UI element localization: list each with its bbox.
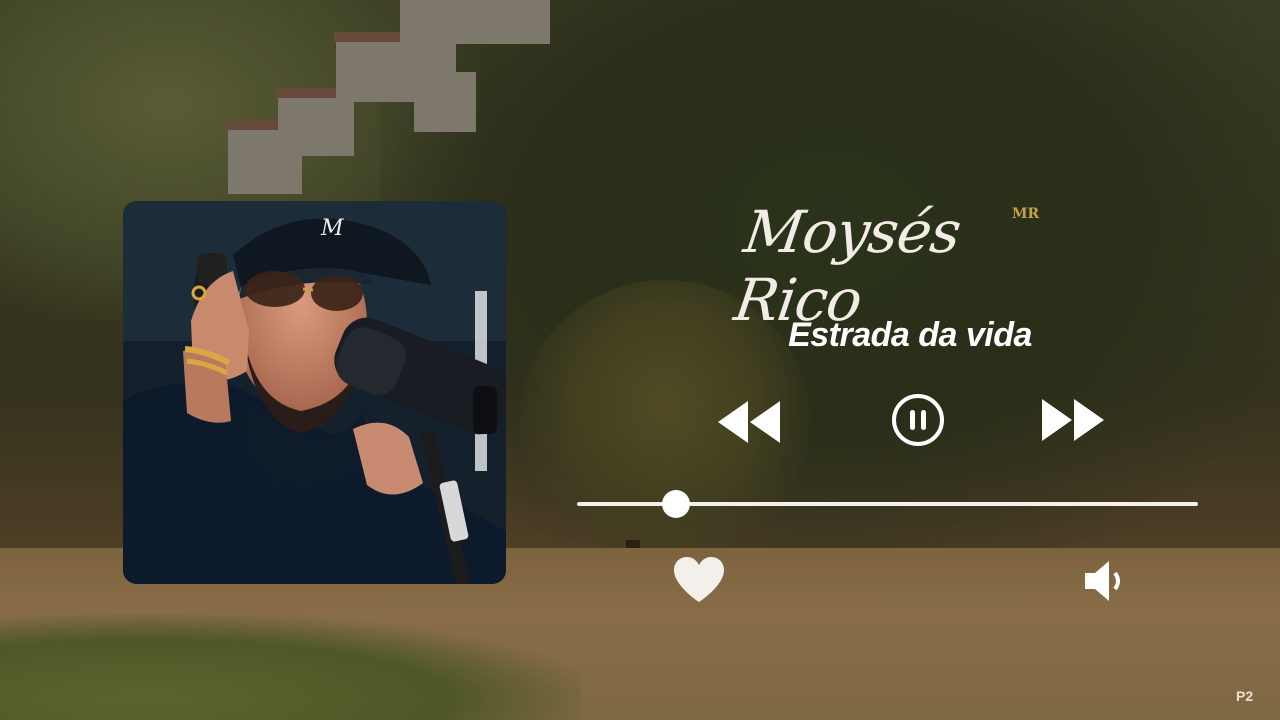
pause-icon	[892, 394, 944, 446]
artist-logo: Moysés Rico MR	[730, 188, 1040, 334]
heart-icon	[674, 557, 724, 602]
side-watermark	[10, 346, 20, 378]
artist-name: Moysés Rico	[730, 198, 965, 334]
corner-watermark: P2	[1236, 688, 1254, 704]
svg-text:M: M	[320, 216, 344, 241]
rewind-icon	[718, 401, 780, 443]
volume-button[interactable]	[1083, 559, 1129, 603]
artist-badge: MR	[1012, 206, 1040, 222]
rewind-button[interactable]	[716, 399, 782, 445]
progress-bar[interactable]	[577, 490, 1198, 518]
fast-forward-button[interactable]	[1040, 397, 1106, 443]
speaker-icon	[1085, 561, 1120, 601]
like-button[interactable]	[672, 556, 726, 604]
artist-photo: M	[123, 201, 506, 584]
track-title: Estrada da vida	[788, 316, 1032, 354]
pause-button[interactable]	[890, 392, 946, 448]
album-cover: M	[123, 201, 506, 584]
fast-forward-icon	[1042, 399, 1104, 441]
